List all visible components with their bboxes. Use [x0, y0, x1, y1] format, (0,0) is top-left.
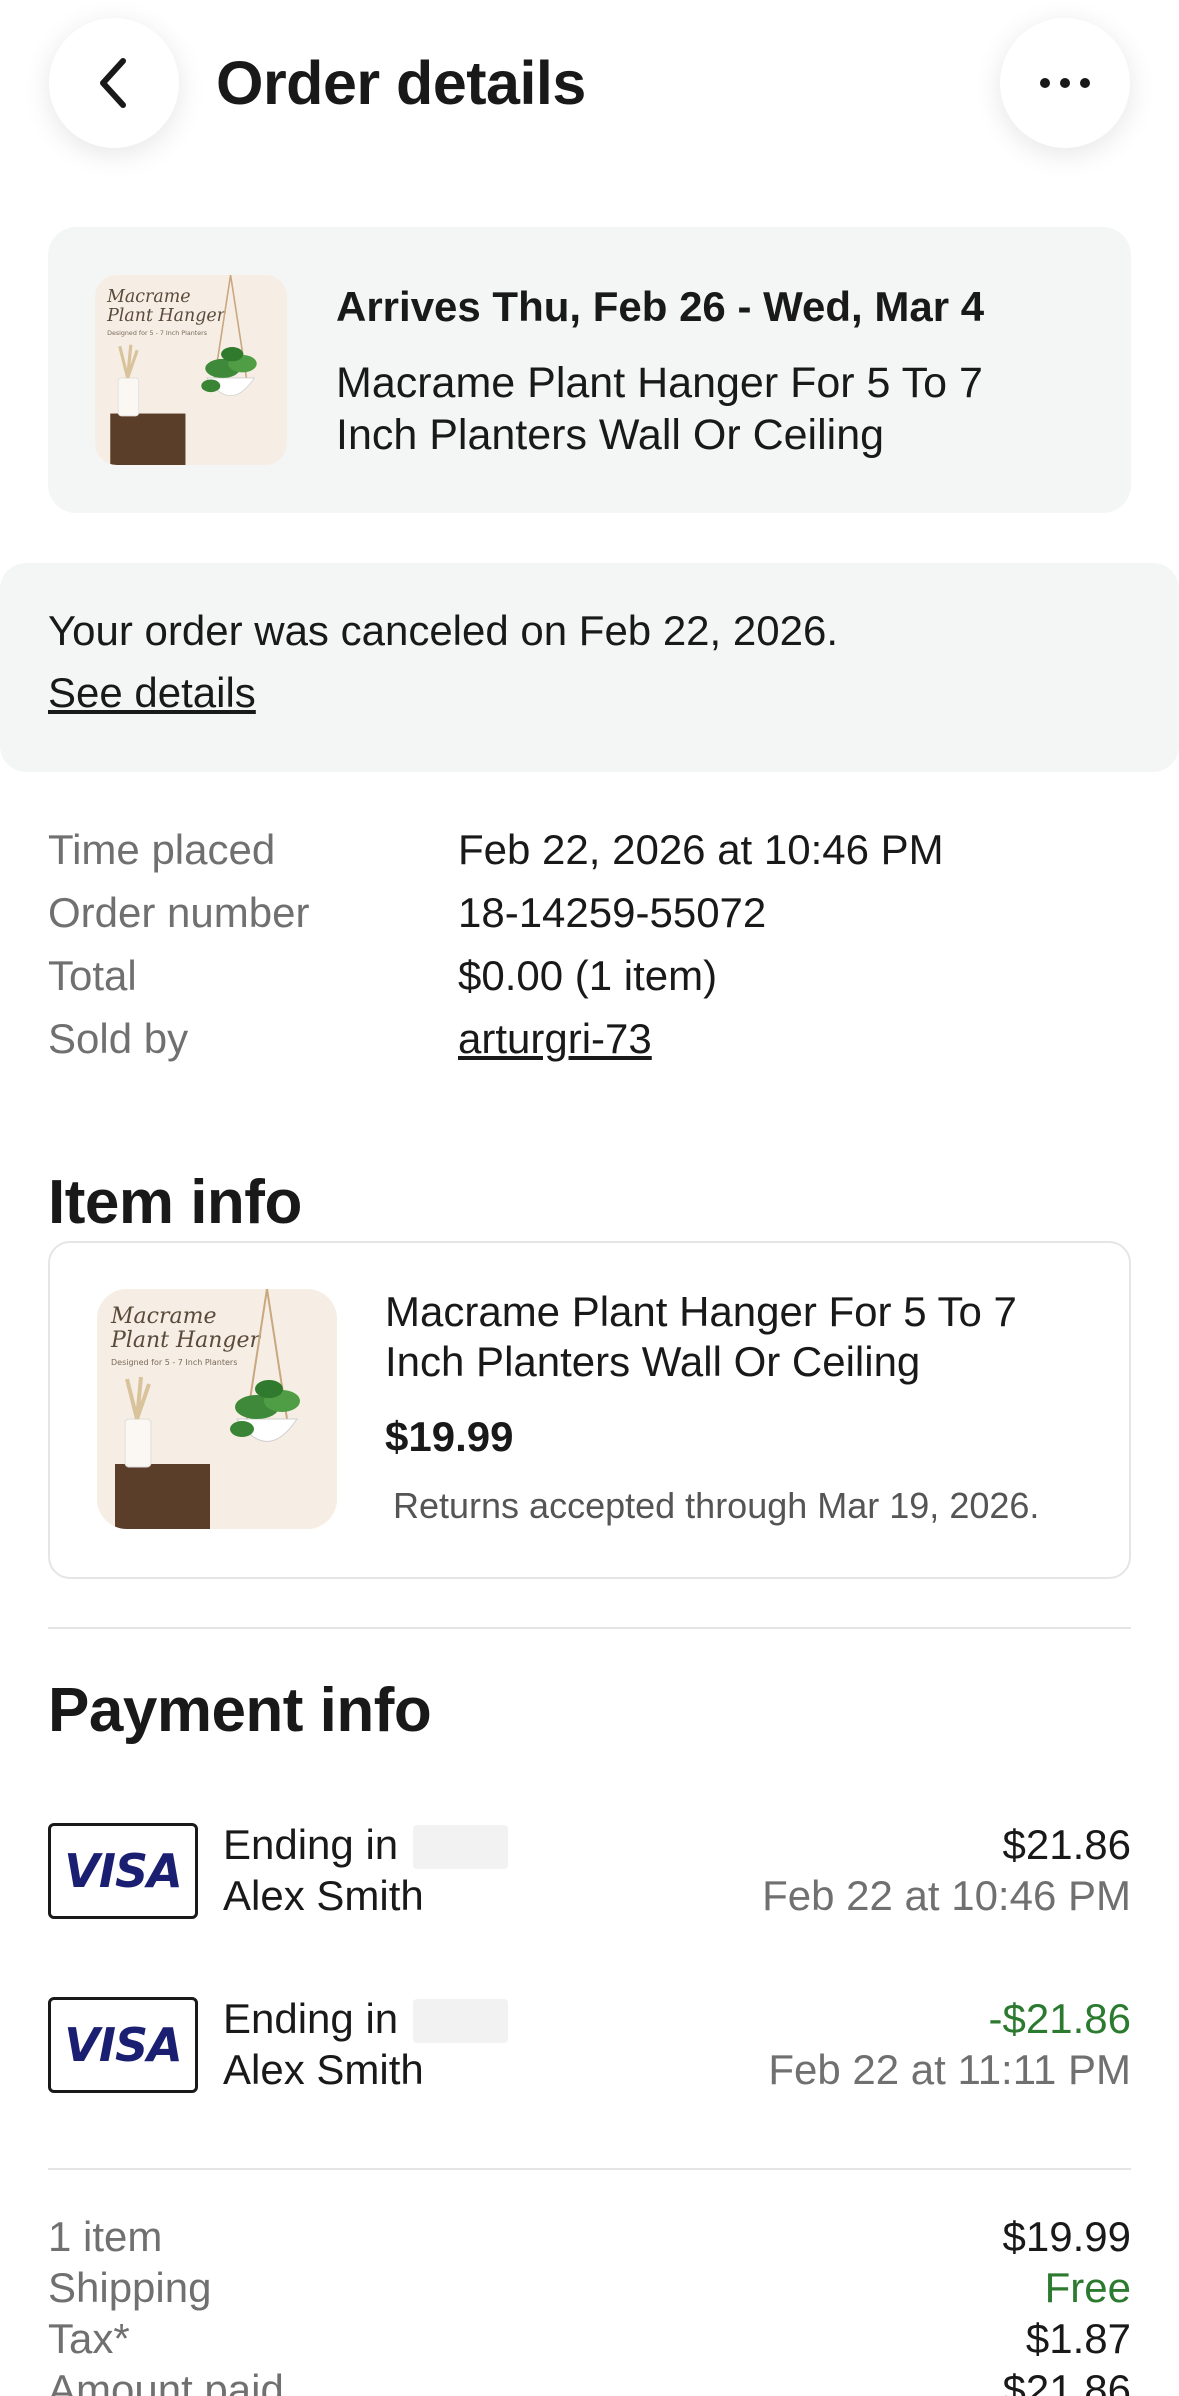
payment-row: VISA Ending in Alex Smith $21.86 Feb 22 …	[48, 1821, 1131, 1923]
svg-text:Plant Hanger: Plant Hanger	[106, 306, 227, 326]
totals-label: 1 item	[48, 2213, 163, 2260]
totals-breakdown: 1 item $19.99 Shipping Free Tax* $1.87 A…	[48, 2213, 1131, 2396]
totals-label: Shipping	[48, 2264, 212, 2311]
item-name: Macrame Plant Hanger For 5 To 7 Inch Pla…	[385, 1288, 1017, 1385]
more-options-button[interactable]	[1000, 18, 1130, 148]
masked-card-digits	[413, 1999, 508, 2043]
cardholder-name: Alex Smith	[223, 2046, 424, 2093]
totals-value: $21.86	[1002, 2366, 1131, 2396]
summary-label: Total	[48, 952, 137, 999]
totals-row-tax: Tax* $1.87	[48, 2315, 1131, 2366]
page-title: Order details	[216, 49, 586, 117]
visa-card-icon: VISA	[48, 1823, 198, 1919]
totals-value: $19.99	[1002, 2213, 1131, 2260]
summary-row-order-number: Order number 18-14259-55072	[48, 889, 1131, 952]
arrival-date: Arrives Thu, Feb 26 - Wed, Mar 4	[336, 283, 985, 330]
totals-row-shipping: Shipping Free	[48, 2264, 1131, 2315]
arrival-item-name: Macrame Plant Hanger For 5 To 7 Inch Pla…	[336, 359, 983, 459]
svg-text:Designed for 5 - 7 Inch Plante: Designed for 5 - 7 Inch Planters	[107, 330, 207, 337]
svg-text:Macrame: Macrame	[106, 287, 190, 307]
arrival-card[interactable]: Macrame Plant Hanger Designed for 5 - 7 …	[48, 227, 1131, 513]
payment-amount: $21.86	[1002, 1821, 1131, 1868]
refund-date: Feb 22 at 11:11 PM	[768, 2046, 1131, 2093]
svg-text:Designed for 5 - 7 Inch Plante: Designed for 5 - 7 Inch Planters	[111, 1358, 237, 1367]
svg-text:Macrame: Macrame	[110, 1304, 216, 1329]
more-horizontal-icon	[1040, 78, 1090, 88]
masked-card-digits	[413, 1825, 508, 1869]
top-bar: Order details	[0, 0, 1179, 190]
visa-card-icon: VISA	[48, 1997, 198, 2093]
summary-label: Order number	[48, 889, 310, 936]
divider	[48, 1627, 1131, 1629]
seller-link[interactable]: arturgri-73	[458, 1015, 652, 1063]
summary-value: $0.00 (1 item)	[458, 952, 718, 999]
item-thumbnail: Macrame Plant Hanger Designed for 5 - 7 …	[97, 1289, 337, 1529]
summary-label: Time placed	[48, 826, 276, 873]
totals-row-amount-paid: Amount paid $21.86	[48, 2366, 1131, 2396]
summary-value: 18-14259-55072	[458, 889, 767, 936]
totals-row-items: 1 item $19.99	[48, 2213, 1131, 2264]
refund-amount: -$21.86	[988, 1995, 1131, 2042]
item-card[interactable]: Macrame Plant Hanger Designed for 5 - 7 …	[48, 1241, 1131, 1579]
totals-label: Tax*	[48, 2315, 130, 2362]
refund-row: VISA Ending in Alex Smith -$21.86 Feb 22…	[48, 1995, 1131, 2097]
totals-value: $1.87	[1025, 2315, 1131, 2362]
item-info-heading: Item info	[48, 1168, 302, 1237]
summary-label: Sold by	[48, 1015, 189, 1062]
see-details-link[interactable]: See details	[48, 669, 256, 717]
product-thumbnail: Macrame Plant Hanger Designed for 5 - 7 …	[95, 275, 287, 465]
returns-note: Returns accepted through Mar 19, 2026.	[393, 1485, 1040, 1526]
item-price: $19.99	[385, 1413, 514, 1460]
cancellation-banner: Your order was canceled on Feb 22, 2026.…	[0, 563, 1179, 772]
card-ending-label: Ending in	[223, 1821, 399, 1868]
divider	[48, 2168, 1131, 2170]
totals-label: Amount paid	[48, 2366, 284, 2396]
card-ending-label: Ending in	[223, 1995, 399, 2042]
summary-row-time-placed: Time placed Feb 22, 2026 at 10:46 PM	[48, 826, 1131, 889]
summary-value: Feb 22, 2026 at 10:46 PM	[458, 826, 944, 873]
back-button[interactable]	[49, 18, 179, 148]
summary-row-sold-by: Sold by arturgri-73	[48, 1015, 1131, 1078]
cancellation-message: Your order was canceled on Feb 22, 2026.	[48, 607, 838, 654]
payment-info-heading: Payment info	[48, 1676, 432, 1745]
payment-date: Feb 22 at 10:46 PM	[762, 1872, 1131, 1919]
summary-row-total: Total $0.00 (1 item)	[48, 952, 1131, 1015]
chevron-left-icon	[100, 58, 126, 108]
svg-text:Plant Hanger: Plant Hanger	[110, 1328, 262, 1353]
order-summary: Time placed Feb 22, 2026 at 10:46 PM Ord…	[48, 826, 1131, 1078]
cardholder-name: Alex Smith	[223, 1872, 424, 1919]
shipping-free-value: Free	[1044, 2264, 1131, 2311]
